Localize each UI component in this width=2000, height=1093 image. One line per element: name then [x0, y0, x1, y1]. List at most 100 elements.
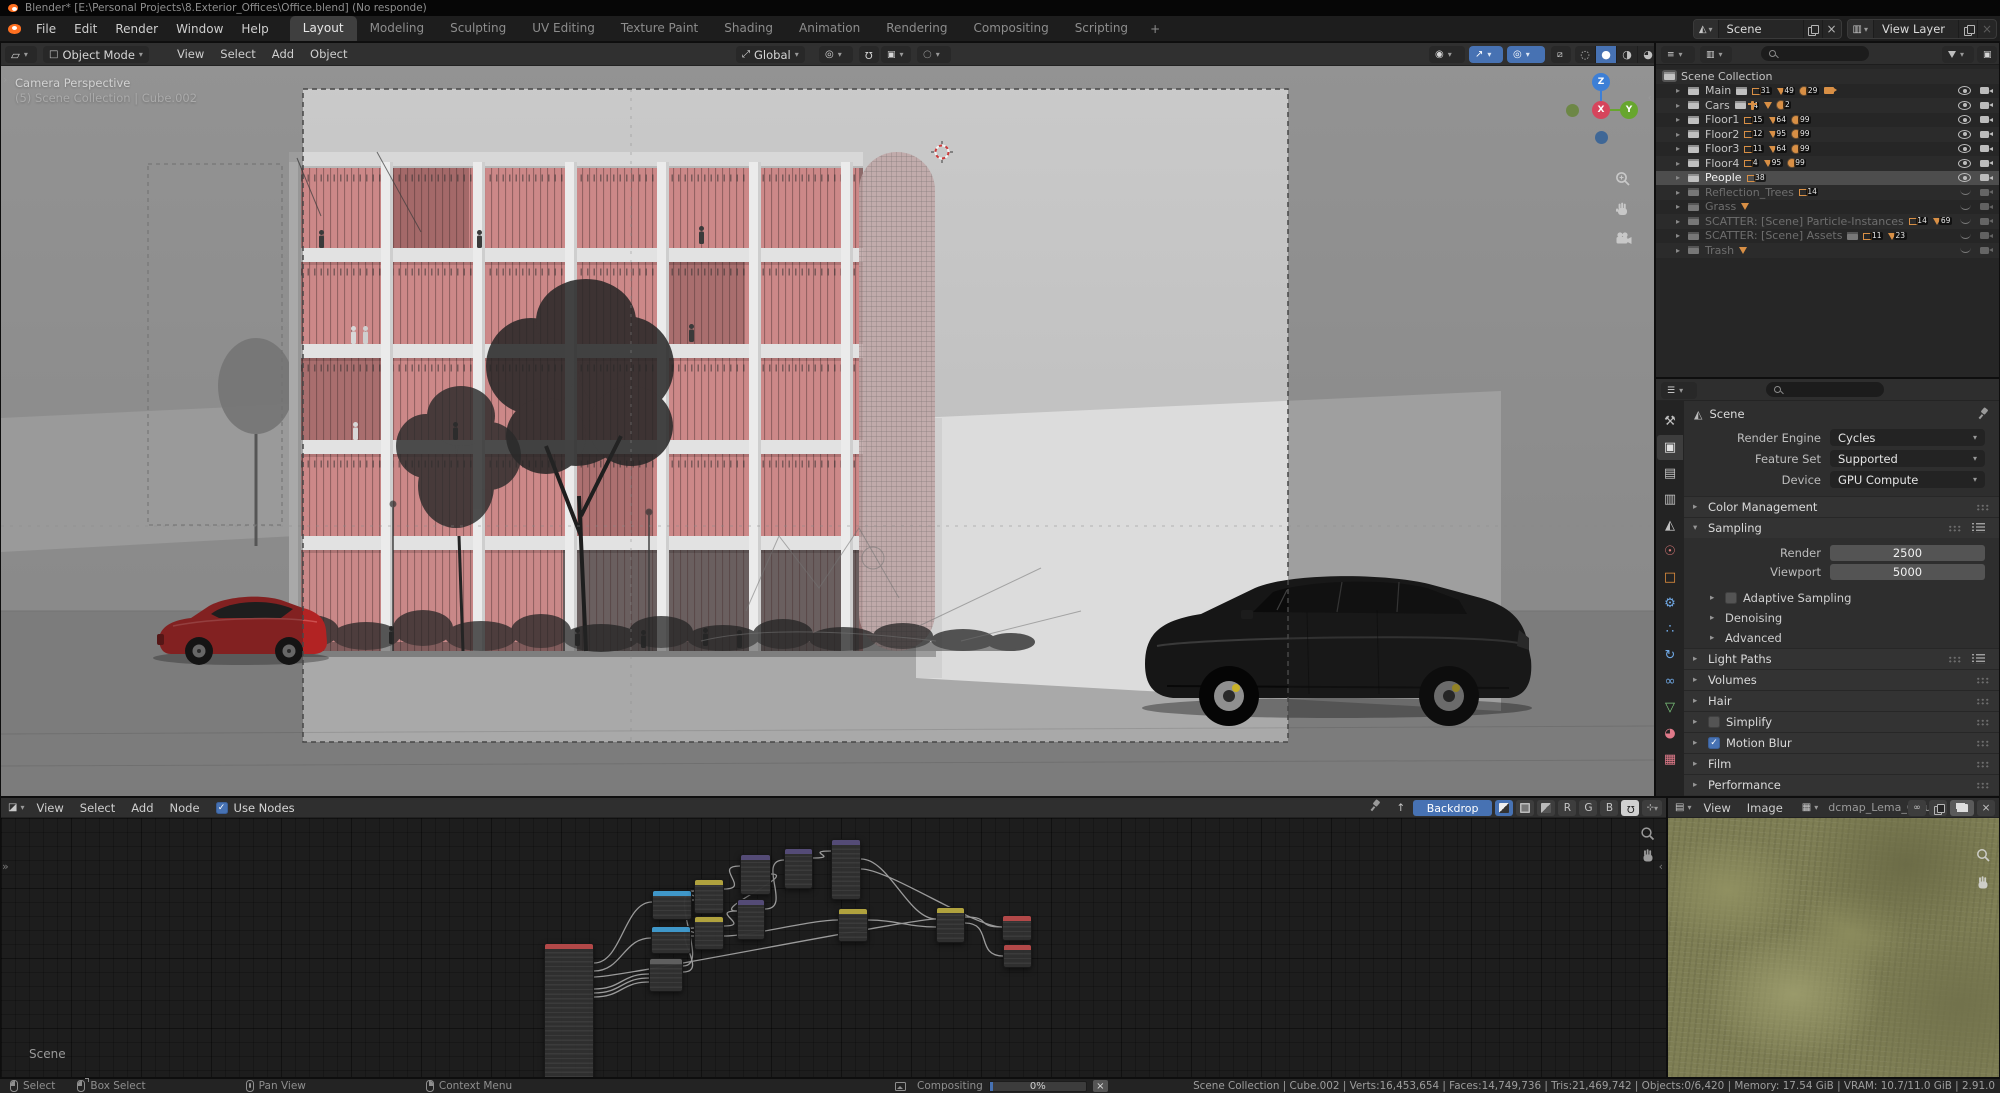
tab-texture-paint[interactable]: Texture Paint — [608, 16, 711, 41]
snap-toggle[interactable]: Ω — [859, 46, 879, 63]
shading-rendered-button[interactable]: ◕ — [1638, 46, 1655, 63]
hide-viewport-icon[interactable] — [1960, 247, 1971, 253]
panel-film[interactable]: ▸Film — [1684, 753, 1999, 774]
hide-viewport-icon[interactable] — [1958, 86, 1971, 95]
outliner-row-grass[interactable]: ▸Grass — [1656, 200, 1999, 215]
axis-y-handle[interactable]: Y — [1620, 101, 1638, 119]
preset-menu-icon[interactable] — [1972, 654, 1985, 664]
disable-render-icon[interactable] — [1980, 188, 1993, 197]
tab-compositing[interactable]: Compositing — [960, 16, 1061, 41]
hide-viewport-icon[interactable] — [1958, 115, 1971, 124]
axis-neg-y-handle[interactable] — [1566, 104, 1579, 117]
go-parent-icon[interactable]: ↑ — [1392, 800, 1410, 816]
disable-render-icon[interactable] — [1980, 130, 1993, 139]
disable-render-icon[interactable] — [1980, 144, 1993, 153]
device-select[interactable]: GPU Compute▾ — [1830, 471, 1985, 488]
sidebar-collapse-icon[interactable]: ‹ — [1648, 91, 1652, 104]
channel-color-alpha-button[interactable] — [1495, 800, 1513, 816]
snap-toggle[interactable]: Ω — [1621, 800, 1639, 816]
expand-icon[interactable]: ▸ — [1676, 188, 1688, 197]
use-nodes-toggle[interactable]: ✓ Use Nodes — [216, 801, 295, 815]
comp-node-12-red[interactable] — [1002, 915, 1032, 941]
tab-modeling[interactable]: Modeling — [357, 16, 438, 41]
tab-uv-editing[interactable]: UV Editing — [519, 16, 608, 41]
comp-node-0-red[interactable] — [544, 943, 594, 1077]
panel-performance[interactable]: ▸Performance — [1684, 774, 1999, 795]
comp-node-9-purple[interactable] — [831, 839, 861, 900]
properties-tab-particles[interactable]: ∴ — [1657, 617, 1683, 642]
panel-collapse-icon[interactable]: ‹ — [1659, 860, 1663, 873]
channel-color-button[interactable] — [1516, 800, 1534, 816]
shading-wireframe-button[interactable]: ◌ — [1575, 46, 1596, 63]
pan-tool-icon[interactable] — [1976, 875, 1991, 890]
3d-viewport[interactable]: ▱▾ □ Object Mode ▾ ViewSelectAddObject ⤢… — [0, 42, 1655, 797]
cancel-job-button[interactable]: × — [1093, 1080, 1108, 1092]
outliner-row-floor3[interactable]: ▸Floor3116499 — [1656, 142, 1999, 157]
panel-checkbox[interactable]: ✓ — [1708, 737, 1720, 749]
scene-selector[interactable]: ◭▾ Scene × — [1693, 19, 1842, 39]
disable-render-icon[interactable] — [1980, 101, 1993, 110]
filter-dropdown[interactable]: ▾ — [1942, 46, 1974, 63]
properties-tab-object-data[interactable]: ▽ — [1657, 695, 1683, 720]
expand-icon[interactable]: ▸ — [1676, 217, 1688, 226]
disable-render-icon[interactable] — [1980, 202, 1993, 211]
menu-object[interactable]: Object — [302, 43, 355, 66]
subpanel-adaptive-sampling[interactable]: ▸Adaptive Sampling — [1684, 588, 1999, 608]
menu-select[interactable]: Select — [212, 43, 263, 66]
expand-icon[interactable]: ▸ — [1676, 231, 1688, 240]
menu-window[interactable]: Window — [167, 16, 232, 42]
expand-icon[interactable]: ▸ — [1676, 159, 1688, 168]
panel-motion-blur[interactable]: ▸✓Motion Blur — [1684, 732, 1999, 753]
menu-file[interactable]: File — [27, 16, 65, 42]
properties-tab-texture[interactable]: ▦ — [1657, 747, 1683, 772]
zoom-tool-icon[interactable] — [1615, 171, 1631, 187]
tab-animation[interactable]: Animation — [786, 16, 873, 41]
window-titlebar[interactable]: Blender* [E:\Personal Projects\8.Exterio… — [0, 0, 2000, 16]
subpanel-advanced[interactable]: ▸Advanced — [1684, 628, 1999, 648]
properties-tab-scene[interactable]: ◭ — [1657, 513, 1683, 538]
tab-shading[interactable]: Shading — [711, 16, 786, 41]
copy-scene-button[interactable] — [1803, 20, 1822, 38]
comp-node-2-blue[interactable] — [651, 926, 691, 954]
menu-add[interactable]: Add — [264, 43, 302, 66]
channel-alpha-button[interactable] — [1537, 800, 1555, 816]
open-image-button[interactable] — [1950, 800, 1974, 816]
menu-edit[interactable]: Edit — [65, 16, 106, 42]
tab-sculpting[interactable]: Sculpting — [437, 16, 519, 41]
pan-tool-icon[interactable] — [1615, 201, 1631, 217]
menu-view[interactable]: View — [169, 43, 212, 66]
menu-select[interactable]: Select — [72, 798, 123, 818]
expand-icon[interactable]: ▸ — [1676, 144, 1688, 153]
mode-select[interactable]: □ Object Mode ▾ — [43, 46, 149, 63]
backdrop-button[interactable]: Backdrop — [1413, 800, 1493, 816]
menu-view[interactable]: View — [28, 798, 71, 818]
use-nodes-checkbox[interactable]: ✓ — [216, 802, 228, 814]
comp-node-1-blue[interactable] — [652, 890, 692, 920]
panel-color-management[interactable]: ▸Color Management — [1684, 496, 1999, 517]
viewport-scene[interactable] — [1, 66, 1655, 797]
outliner-row-floor1[interactable]: ▸Floor1156499 — [1656, 113, 1999, 128]
properties-tab-constraints[interactable]: ∞ — [1657, 669, 1683, 694]
comp-node-5-yellow[interactable] — [694, 916, 724, 950]
toolbar-expand-icon[interactable]: › — [3, 73, 7, 86]
duplicate-image-button[interactable] — [1929, 800, 1947, 816]
hide-viewport-icon[interactable] — [1960, 218, 1971, 224]
zoom-tool-icon[interactable] — [1976, 848, 1991, 863]
hide-viewport-icon[interactable] — [1960, 233, 1971, 239]
browse-image-icon[interactable]: ▦▾ — [1795, 802, 1822, 813]
delete-view-layer-button[interactable]: × — [1977, 20, 1996, 38]
viewport-navigation-gizmo[interactable]: Z X Y — [1566, 73, 1638, 145]
comp-node-11-yellow[interactable] — [936, 907, 965, 943]
pivot-point-select[interactable]: ◎▾ — [819, 46, 853, 63]
menu-help[interactable]: Help — [232, 16, 277, 42]
outliner-row-cars[interactable]: ▸Cars42 — [1656, 98, 1999, 113]
tab-layout[interactable]: Layout — [290, 16, 357, 41]
browse-view-layer-icon[interactable]: ▥▾ — [1848, 20, 1874, 38]
properties-tab-render[interactable]: ▣ — [1657, 435, 1683, 460]
channel-b-button[interactable]: B — [1600, 800, 1618, 816]
outliner-row-scene-collection[interactable]: Scene Collection — [1656, 69, 1999, 84]
editor-type-button[interactable]: ▤▾ — [1668, 802, 1695, 813]
expand-icon[interactable]: ▸ — [1676, 173, 1688, 182]
outliner-row-scatter-scene-assets[interactable]: ▸SCATTER: [Scene] Assets1123 — [1656, 229, 1999, 244]
field-value-viewport[interactable]: 5000 — [1830, 564, 1985, 580]
